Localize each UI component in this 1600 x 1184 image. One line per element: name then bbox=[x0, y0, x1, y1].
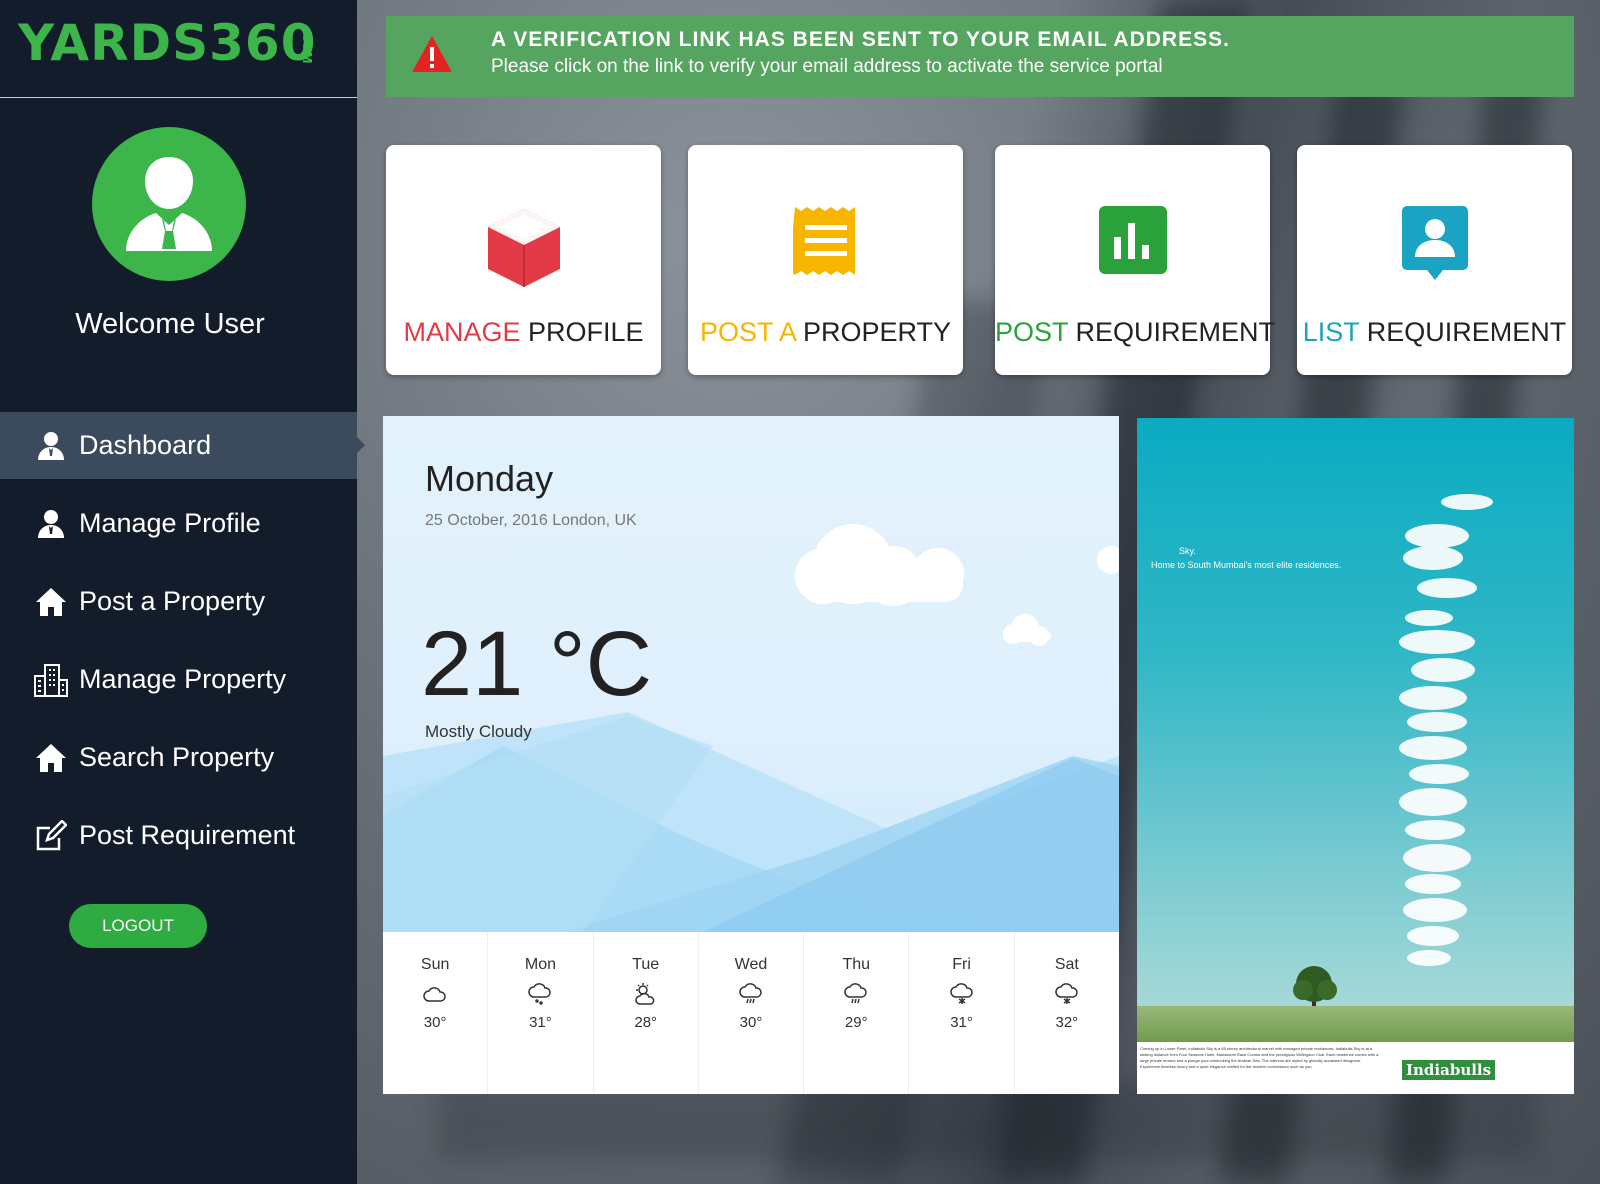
weather-temperature: 21 °C bbox=[421, 613, 653, 715]
contact-icon bbox=[1401, 205, 1469, 286]
logo[interactable]: YARDS360 bbox=[18, 14, 317, 72]
receipt-icon bbox=[788, 205, 859, 282]
verification-alert: A VERIFICATION LINK HAS BEEN SENT TO YOU… bbox=[386, 16, 1574, 97]
sidebar-item-label: Post Requirement bbox=[79, 820, 296, 850]
ad-ground bbox=[1137, 1006, 1574, 1042]
snow-cloud-icon bbox=[1015, 974, 1119, 1014]
forecast-day: Sat 32° bbox=[1015, 932, 1119, 1094]
sidebar-item-label: Manage Profile bbox=[79, 508, 261, 538]
sidebar-item-label: Manage Property bbox=[79, 664, 287, 694]
logo-suffix: .COM bbox=[300, 28, 314, 64]
weather-condition: Mostly Cloudy bbox=[425, 722, 532, 741]
advertisement-banner[interactable]: Sky. Home to South Mumbai's most elite r… bbox=[1137, 418, 1574, 1094]
tile-post-property[interactable]: POST A PROPERTY bbox=[688, 145, 963, 375]
sidebar-item-dashboard[interactable]: Dashboard bbox=[0, 412, 365, 479]
logout-button[interactable]: LOGOUT bbox=[69, 904, 207, 948]
forecast-day: Sun 30° bbox=[383, 932, 489, 1094]
warning-icon bbox=[410, 34, 454, 79]
user-icon bbox=[33, 428, 69, 464]
alert-message: Please click on the link to verify your … bbox=[491, 56, 1163, 77]
home-icon bbox=[33, 584, 69, 620]
weather-widget: Monday 25 October, 2016 London, UK 21 °C… bbox=[383, 416, 1119, 1094]
tile-list-requirement[interactable]: LIST REQUIREMENT bbox=[1297, 145, 1572, 375]
edit-icon bbox=[33, 818, 69, 854]
alert-title: A VERIFICATION LINK HAS BEEN SENT TO YOU… bbox=[491, 28, 1230, 51]
sidebar-nav: Dashboard Manage Profile Post a Property… bbox=[0, 412, 365, 880]
forecast-row: Sun 30° Mon 31° Tue 28° Wed 30° Thu 29° … bbox=[383, 932, 1119, 1094]
forecast-day: Wed 30° bbox=[699, 932, 805, 1094]
weather-day: Monday bbox=[425, 458, 554, 499]
ad-footer: Coming up in Lower Parel, Indiabulls Sky… bbox=[1137, 1042, 1574, 1094]
cube-icon bbox=[484, 205, 564, 296]
sidebar-item-manage-profile[interactable]: Manage Profile bbox=[0, 490, 357, 557]
sidebar-item-label: Post a Property bbox=[79, 586, 266, 616]
sidebar-item-label: Dashboard bbox=[79, 430, 212, 460]
forecast-day: Mon 31° bbox=[488, 932, 594, 1094]
sidebar-item-label: Search Property bbox=[79, 742, 275, 772]
weather-sky: Monday 25 October, 2016 London, UK 21 °C… bbox=[383, 416, 1119, 932]
snow-cloud-icon bbox=[488, 974, 592, 1014]
sidebar: YARDS360 .COM Welcome User Dashboard Man… bbox=[0, 0, 365, 1184]
forecast-day: Fri 31° bbox=[909, 932, 1015, 1094]
building-icon bbox=[33, 662, 69, 698]
tile-label: POST A PROPERTY bbox=[699, 317, 952, 347]
avatar[interactable] bbox=[92, 127, 246, 281]
sidebar-item-search-property[interactable]: Search Property bbox=[0, 724, 357, 791]
user-icon bbox=[33, 506, 69, 542]
bar-chart-icon bbox=[1098, 205, 1168, 280]
tile-label: LIST REQUIREMENT bbox=[1302, 317, 1567, 347]
rain-cloud-icon bbox=[699, 974, 803, 1014]
tile-label: MANAGE PROFILE bbox=[403, 317, 644, 347]
partly-sunny-icon bbox=[594, 974, 698, 1014]
weather-date: 25 October, 2016 London, UK bbox=[425, 512, 637, 529]
tile-label: POST REQUIREMENT bbox=[995, 317, 1276, 347]
rain-cloud-icon bbox=[804, 974, 908, 1014]
sidebar-item-post-requirement[interactable]: Post Requirement bbox=[0, 802, 357, 869]
cloud-illustration bbox=[795, 524, 1119, 646]
sidebar-item-manage-property[interactable]: Manage Property bbox=[0, 646, 357, 713]
ad-brand-logo: Indiabulls bbox=[1402, 1060, 1496, 1080]
tile-post-requirement[interactable]: POST REQUIREMENT bbox=[995, 145, 1276, 375]
forecast-day: Tue 28° bbox=[594, 932, 699, 1094]
user-avatar-icon bbox=[126, 157, 212, 251]
tile-manage-profile[interactable]: MANAGE PROFILE bbox=[386, 145, 661, 375]
logo-bar: YARDS360 .COM bbox=[0, 0, 357, 98]
home-icon bbox=[33, 740, 69, 776]
snow-cloud-icon bbox=[909, 974, 1013, 1014]
cloud-tower-illustration bbox=[1293, 494, 1493, 1012]
welcome-text: Welcome User bbox=[75, 308, 265, 340]
sidebar-item-post-property[interactable]: Post a Property bbox=[0, 568, 357, 635]
ad-fine-print: Coming up in Lower Parel, Indiabulls Sky… bbox=[1140, 1046, 1379, 1069]
forecast-day: Thu 29° bbox=[804, 932, 910, 1094]
cloud-icon bbox=[383, 974, 487, 1014]
